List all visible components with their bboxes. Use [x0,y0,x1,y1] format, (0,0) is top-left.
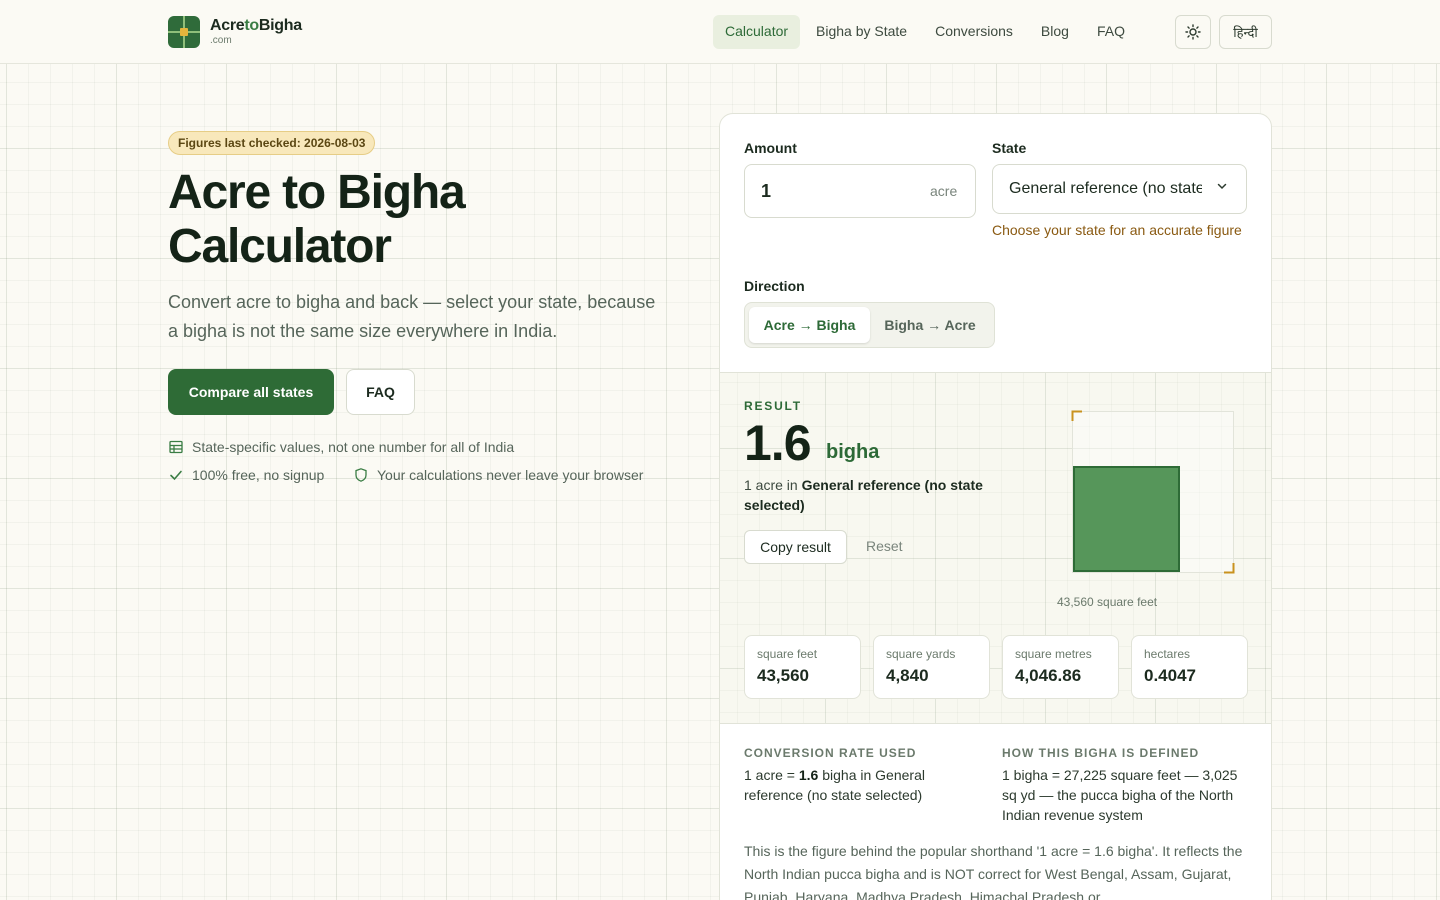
site-header: AcretoBigha .com Calculator Bigha by Sta… [0,0,1440,64]
rate-heading: CONVERSION RATE USED [744,746,917,760]
area-visual [1071,410,1235,574]
table-icon [169,440,183,454]
reset-button[interactable]: Reset [866,538,903,554]
faq-button[interactable]: FAQ [346,369,415,415]
page-title: Acre to Bigha Calculator [168,166,466,273]
main-nav: Calculator Bigha by State Conversions Bl… [713,15,1137,49]
calculator-card: Amount acre State General reference (no … [719,113,1272,900]
shield-icon [355,468,367,482]
logo-name: AcretoBigha [210,17,302,34]
state-select[interactable]: General reference (no state selected) [992,164,1247,214]
definition-text: 1 bigha = 27,225 square feet — 3,025 sq … [1002,767,1238,823]
feature-privacy: Your calculations never leave your brows… [353,467,643,483]
direction-bigha-to-acre[interactable]: Bigha → Acre [870,307,990,343]
compare-states-button[interactable]: Compare all states [168,369,334,415]
corner-mark-icon [1071,410,1082,421]
sun-icon [1185,24,1201,40]
direction-toggle: Acre → Bigha Bigha → Acre [744,302,995,348]
direction-label: Direction [744,278,805,294]
amount-unit: acre [930,183,958,199]
stat-square-metres: square metres 4,046.86 [1002,635,1119,699]
stat-square-feet: square feet 43,560 [744,635,861,699]
explanation-paragraph: This is the figure behind the popular sh… [744,843,1243,900]
logo-grid-icon [168,16,200,48]
nav-blog[interactable]: Blog [1029,15,1081,49]
feature-free: 100% free, no signup [168,467,324,483]
stat-hectares: hectares 0.4047 [1131,635,1248,699]
result-value: 1.6 [744,415,812,471]
rate-text: 1 acre = 1.6 bigha in General reference … [744,767,925,803]
nav-faq[interactable]: FAQ [1085,15,1137,49]
copy-result-button[interactable]: Copy result [744,530,847,564]
check-icon [170,470,182,481]
direction-acre-to-bigha[interactable]: Acre → Bigha [749,307,870,343]
result-label: RESULT [744,399,802,413]
area-square [1073,466,1180,572]
feature-state-specific: State-specific values, not one number fo… [168,439,514,455]
nav-conversions[interactable]: Conversions [923,15,1025,49]
state-hint: Choose your state for an accurate figure [992,222,1242,238]
definition-heading: HOW THIS BIGHA IS DEFINED [1002,746,1200,760]
result-section: RESULT 1.6 bigha 1 acre in General refer… [720,372,1271,724]
nav-bigha-by-state[interactable]: Bigha by State [804,15,919,49]
amount-label: Amount [744,140,797,156]
result-description: 1 acre in General reference (no state se… [744,477,983,513]
language-switch-button[interactable]: हिन्दी [1219,15,1272,49]
stat-square-yards: square yards 4,840 [873,635,990,699]
area-caption: 43,560 square feet [1057,595,1158,609]
logo-domain: .com [210,35,232,46]
state-label: State [992,140,1027,156]
result-unit: bigha [826,441,880,463]
corner-mark-icon [1224,563,1235,574]
last-checked-badge: Figures last checked: 2026-08-03 [168,131,376,155]
page-subtitle: Convert acre to bigha and back — select … [168,292,656,341]
site-logo[interactable]: AcretoBigha .com [168,16,302,48]
chevron-down-icon [1217,183,1227,190]
theme-toggle-button[interactable] [1175,15,1211,49]
nav-calculator[interactable]: Calculator [713,15,801,49]
